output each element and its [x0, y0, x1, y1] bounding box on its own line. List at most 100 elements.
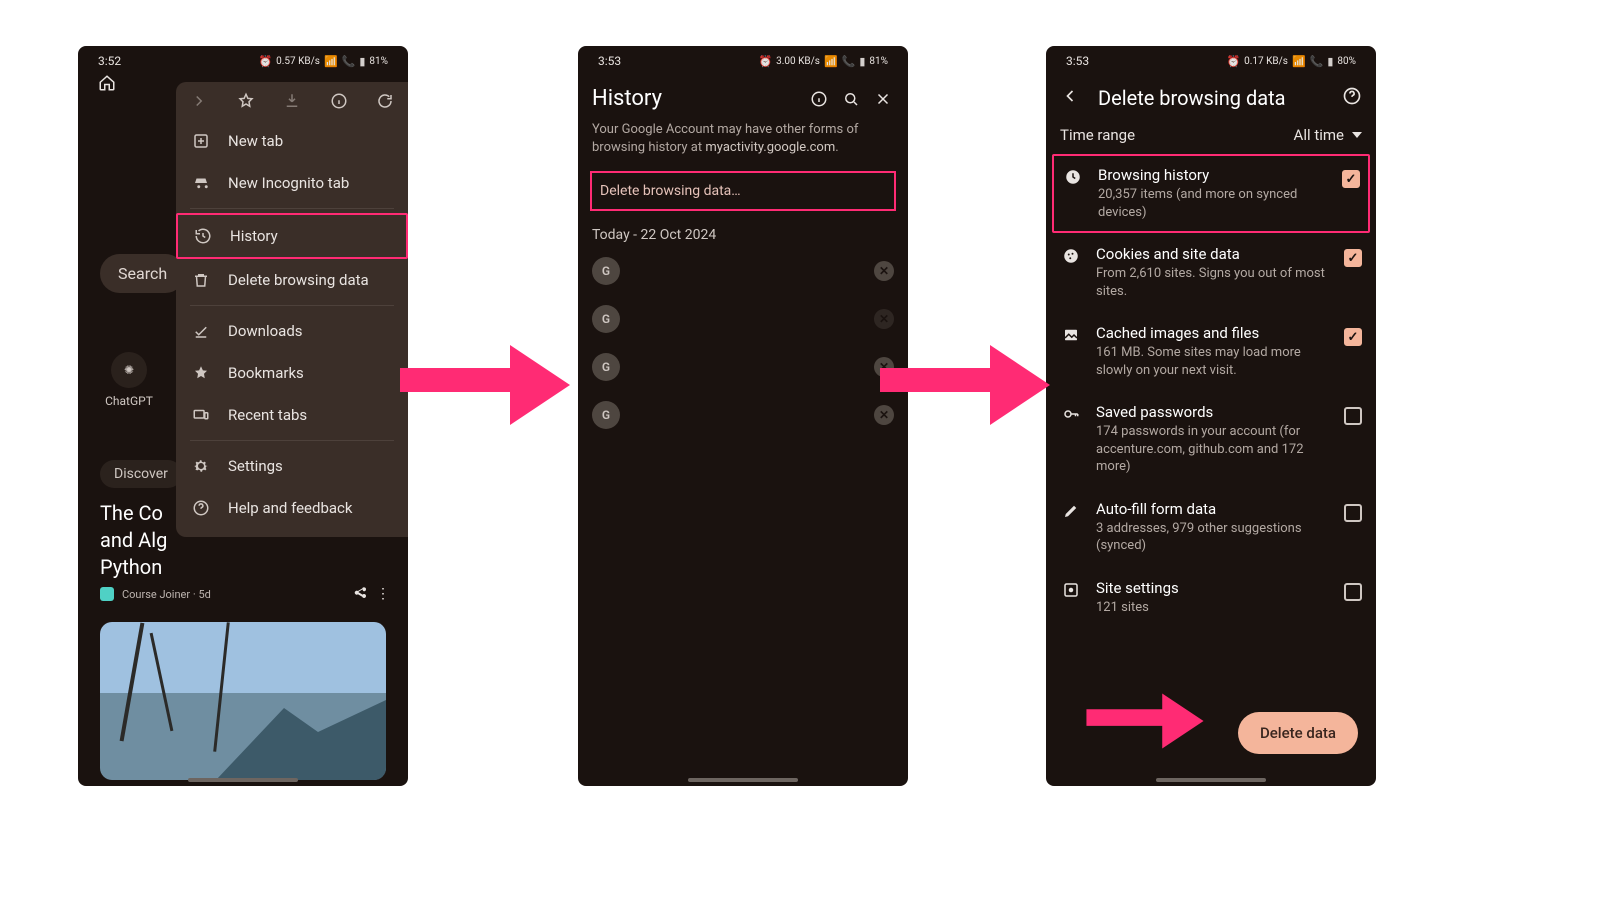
option-browsing-history[interactable]: Browsing history 20,357 items (and more …: [1052, 154, 1370, 233]
history-header: History: [578, 76, 908, 113]
account-history-notice: Your Google Account may have other forms…: [578, 113, 908, 159]
download-icon[interactable]: [281, 90, 303, 112]
menu-new-tab[interactable]: New tab: [176, 120, 408, 162]
back-button[interactable]: [1060, 86, 1080, 110]
time-range-dropdown[interactable]: All time: [1294, 126, 1362, 144]
option-cached[interactable]: Cached images and files 161 MB. Some sit…: [1046, 312, 1376, 391]
star-icon[interactable]: [235, 90, 257, 112]
time-range-label: Time range: [1060, 126, 1135, 144]
source-avatar: [100, 587, 114, 601]
divider: [190, 208, 394, 209]
option-title: Auto-fill form data: [1096, 500, 1330, 518]
site-favicon: G: [592, 257, 620, 285]
menu-item-label: Bookmarks: [228, 364, 304, 382]
net-speed: 3.00 KB/s: [776, 56, 820, 67]
download-done-icon: [192, 321, 212, 341]
wifi-icon: 📶: [824, 55, 838, 68]
help-circle-icon: [192, 498, 212, 518]
divider: [190, 305, 394, 306]
image-icon: [1060, 324, 1082, 344]
alarm-icon: ⏰: [758, 55, 772, 68]
annotation-arrow: [1080, 690, 1210, 752]
option-title: Saved passwords: [1096, 403, 1330, 421]
forward-icon[interactable]: [188, 90, 210, 112]
history-entry[interactable]: G ✕: [578, 295, 908, 343]
status-indicators: ⏰ 0.17 KB/s 📶 📞 ▮ 80%: [1226, 55, 1356, 68]
feed-meta-row: Course Joiner · 5d ⋮: [100, 586, 390, 602]
info-icon[interactable]: [808, 88, 830, 110]
menu-delete-browsing-data[interactable]: Delete browsing data: [176, 259, 408, 301]
feed-source: Course Joiner · 5d: [122, 588, 211, 601]
menu-history[interactable]: History: [176, 213, 408, 259]
battery-text: 80%: [1337, 56, 1356, 67]
suggestion-chatgpt[interactable]: ✺ ChatGPT: [100, 352, 158, 408]
page-title: History: [592, 86, 798, 111]
menu-downloads[interactable]: Downloads: [176, 310, 408, 352]
screenshot-delete-browsing-data: 3:53 ⏰ 0.17 KB/s 📶 📞 ▮ 80% Delete browsi…: [1046, 46, 1376, 786]
feed-thumbnail[interactable]: [100, 622, 386, 780]
status-indicators: ⏰ 3.00 KB/s 📶 📞 ▮ 81%: [758, 55, 888, 68]
checkbox[interactable]: [1344, 504, 1362, 522]
delete-data-header: Delete browsing data: [1046, 76, 1376, 120]
option-autofill[interactable]: Auto-fill form data 3 addresses, 979 oth…: [1046, 488, 1376, 567]
info-icon[interactable]: [328, 90, 350, 112]
clock: 3:53: [1066, 54, 1089, 68]
menu-item-label: Downloads: [228, 322, 303, 340]
checkbox[interactable]: [1344, 328, 1362, 346]
page-title: Delete browsing data: [1098, 86, 1324, 110]
delete-browsing-data-link[interactable]: Delete browsing data…: [590, 171, 896, 211]
history-entry[interactable]: G ✕: [578, 247, 908, 295]
menu-item-label: Settings: [228, 457, 283, 475]
time-range-row[interactable]: Time range All time: [1046, 120, 1376, 154]
clock-fill-icon: [1062, 166, 1084, 186]
more-vert-icon[interactable]: ⋮: [376, 586, 390, 602]
screenshot-chrome-history: 3:53 ⏰ 3.00 KB/s 📶 📞 ▮ 81% History Your …: [578, 46, 908, 786]
option-subtitle: 3 addresses, 979 other suggestions (sync…: [1096, 520, 1330, 555]
menu-recent-tabs[interactable]: Recent tabs: [176, 394, 408, 436]
search-chip[interactable]: Search: [100, 254, 185, 293]
menu-new-incognito-tab[interactable]: New Incognito tab: [176, 162, 408, 204]
reload-icon[interactable]: [374, 90, 396, 112]
home-button[interactable]: [92, 68, 122, 98]
checkbox[interactable]: [1344, 583, 1362, 601]
menu-settings[interactable]: Settings: [176, 445, 408, 487]
net-speed: 0.17 KB/s: [1244, 56, 1288, 67]
menu-item-label: Recent tabs: [228, 406, 307, 424]
battery-text: 81%: [869, 56, 888, 67]
wifi-icon: 📶: [1292, 55, 1306, 68]
checkbox[interactable]: [1344, 407, 1362, 425]
suggestion-label: ChatGPT: [105, 394, 153, 408]
close-icon[interactable]: [872, 88, 894, 110]
alarm-icon: ⏰: [1226, 55, 1240, 68]
option-site-settings[interactable]: Site settings 121 sites: [1046, 567, 1376, 629]
menu-help-feedback[interactable]: Help and feedback: [176, 487, 408, 529]
star-fill-icon: [192, 363, 212, 383]
screenshot-chrome-overflow-menu: 3:52 ⏰ 0.57 KB/s 📶 📞 ▮ 81% Search ✺ Chat…: [78, 46, 408, 786]
divider: [190, 440, 394, 441]
option-passwords[interactable]: Saved passwords 174 passwords in your ac…: [1046, 391, 1376, 488]
myactivity-link[interactable]: myactivity.google.com: [705, 140, 835, 155]
plus-square-icon: [192, 131, 212, 151]
menu-bookmarks[interactable]: Bookmarks: [176, 352, 408, 394]
option-title: Browsing history: [1098, 166, 1328, 184]
edit-icon: [1060, 500, 1082, 520]
checkbox[interactable]: [1344, 249, 1362, 267]
discover-chip[interactable]: Discover: [100, 460, 182, 488]
search-icon[interactable]: [840, 88, 862, 110]
key-icon: [1060, 403, 1082, 423]
checkbox[interactable]: [1342, 170, 1360, 188]
help-icon[interactable]: [1342, 86, 1362, 110]
history-clock-icon: [194, 226, 214, 246]
menu-item-label: New tab: [228, 132, 283, 150]
history-entry[interactable]: G ✕: [578, 343, 908, 391]
devices-icon: [192, 405, 212, 425]
history-entry[interactable]: G ✕: [578, 391, 908, 439]
option-cookies[interactable]: Cookies and site data From 2,610 sites. …: [1046, 233, 1376, 312]
status-bar: 3:53 ⏰ 3.00 KB/s 📶 📞 ▮ 81%: [578, 46, 908, 76]
remove-entry-icon[interactable]: ✕: [874, 309, 894, 329]
option-title: Cookies and site data: [1096, 245, 1330, 263]
delete-data-button[interactable]: Delete data: [1238, 712, 1358, 754]
share-icon[interactable]: [352, 586, 368, 602]
menu-item-label: New Incognito tab: [228, 174, 349, 192]
remove-entry-icon[interactable]: ✕: [874, 261, 894, 281]
